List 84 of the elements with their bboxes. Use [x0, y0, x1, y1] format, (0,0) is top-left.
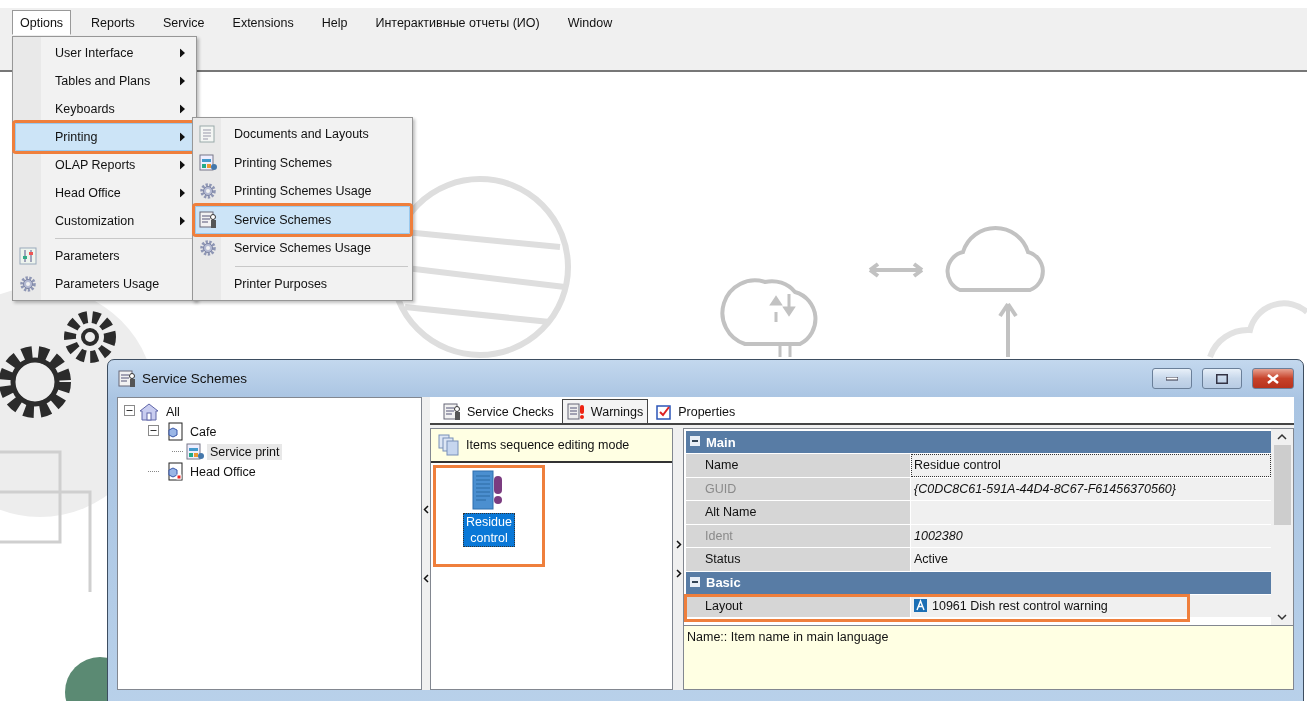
collapse-icon[interactable]: [690, 576, 700, 587]
warning-document-icon: [566, 402, 585, 421]
property-value[interactable]: 10961 Dish rest control warning: [911, 594, 1271, 617]
menu-item[interactable]: Customization: [15, 207, 194, 235]
collapse-icon[interactable]: [148, 425, 159, 436]
up-arrow-drawing: [998, 302, 1018, 359]
menu-bar-item[interactable]: Help: [313, 9, 356, 35]
collapse-icon[interactable]: [690, 436, 700, 446]
submenu-arrow-icon: [180, 76, 185, 86]
expand-right-icon[interactable]: [674, 569, 682, 578]
double-arrow-drawing: [868, 262, 924, 278]
gear-icon: [19, 275, 37, 293]
maximize-button[interactable]: [1202, 368, 1242, 389]
category-name: Main: [706, 434, 736, 450]
sliders-icon: [19, 247, 37, 265]
menu-bar-item[interactable]: Service: [154, 9, 213, 35]
menu-item[interactable]: Printing: [15, 123, 194, 151]
header-text: Items sequence editing mode: [466, 438, 630, 452]
layout-icon: [914, 599, 927, 613]
tree-item[interactable]: Service print: [207, 444, 283, 460]
close-icon: [1267, 373, 1279, 384]
property-value[interactable]: Residue control: [911, 454, 1271, 477]
document-icon: [199, 125, 215, 144]
menu-bar-item[interactable]: Options: [12, 9, 72, 35]
menu-bar-item[interactable]: Интерактивные отчеты (ИО): [367, 9, 548, 35]
scheme-icon: [199, 153, 217, 172]
property-name: Status: [686, 548, 910, 571]
menu-bar-item[interactable]: Window: [559, 9, 621, 35]
pages-icon: [438, 434, 460, 456]
scheme-icon: [118, 369, 136, 388]
menu-item[interactable]: Parameters: [15, 242, 194, 270]
scheme-icon: [199, 210, 217, 229]
menu-item[interactable]: Parameters Usage: [15, 270, 194, 298]
property-name: GUID: [686, 477, 910, 500]
item-label: Residue control: [463, 513, 515, 547]
window-title: Service Schemes: [142, 371, 249, 386]
property-name: Layout: [686, 594, 910, 617]
expand-right-icon[interactable]: [674, 540, 682, 549]
minimize-icon: [1166, 376, 1178, 381]
collapse-left-icon[interactable]: [422, 504, 430, 514]
gear-icon: [199, 239, 217, 258]
property-value[interactable]: Active: [911, 548, 1271, 571]
scrollbar[interactable]: [1271, 429, 1293, 625]
menu-item[interactable]: Tables and Plans: [15, 67, 194, 95]
submenu-arrow-icon: [180, 160, 185, 170]
menu-item[interactable]: Service Schemes: [195, 205, 410, 234]
house-icon: [138, 402, 160, 422]
maximize-icon: [1216, 373, 1228, 384]
tree-item[interactable]: Head Office: [187, 464, 259, 480]
minimize-button[interactable]: [1152, 368, 1192, 389]
scheme-icon: [186, 443, 204, 461]
gear-icon: [199, 182, 217, 201]
submenu-arrow-icon: [180, 188, 185, 198]
menu-item[interactable]: Printer Purposes: [195, 269, 410, 298]
category-row[interactable]: Basic: [686, 571, 1271, 594]
menu-bar-item[interactable]: Extensions: [224, 9, 302, 35]
menu-item[interactable]: Service Schemes Usage: [195, 234, 410, 263]
sequence-item[interactable]: Residue control: [434, 466, 544, 566]
submenu-arrow-icon: [180, 132, 185, 142]
checklist-icon: [656, 403, 673, 420]
menu-item[interactable]: OLAP Reports: [15, 151, 194, 179]
property-name: Alt Name: [686, 501, 910, 524]
submenu-arrow-icon: [180, 216, 185, 226]
menu-item[interactable]: User Interface: [15, 39, 194, 67]
tree-item[interactable]: Cafe: [187, 424, 220, 440]
close-button[interactable]: [1252, 368, 1294, 389]
property-name: Name: [686, 454, 910, 477]
menu-bar-item[interactable]: Reports: [83, 9, 143, 35]
category-name: Basic: [706, 575, 741, 590]
description-text: Name:: Item name in main language: [683, 626, 1294, 690]
menu-item[interactable]: Printing Schemes Usage: [195, 177, 410, 206]
tree-item[interactable]: All: [163, 404, 183, 420]
menu-item[interactable]: Keyboards: [15, 95, 194, 123]
collapse-left-icon[interactable]: [422, 573, 430, 583]
property-name: Ident: [686, 524, 910, 547]
category-row[interactable]: Main: [686, 431, 1271, 453]
menu-item[interactable]: Documents and Layouts: [195, 120, 410, 149]
tab[interactable]: Warnings: [561, 399, 649, 423]
menu-item[interactable]: Printing Schemes: [195, 148, 410, 177]
scheme-icon: [443, 402, 461, 421]
collapse-icon[interactable]: [124, 405, 135, 416]
submenu-arrow-icon: [180, 48, 185, 58]
submenu-arrow-icon: [180, 104, 185, 114]
menu-item[interactable]: Head Office: [15, 179, 194, 207]
